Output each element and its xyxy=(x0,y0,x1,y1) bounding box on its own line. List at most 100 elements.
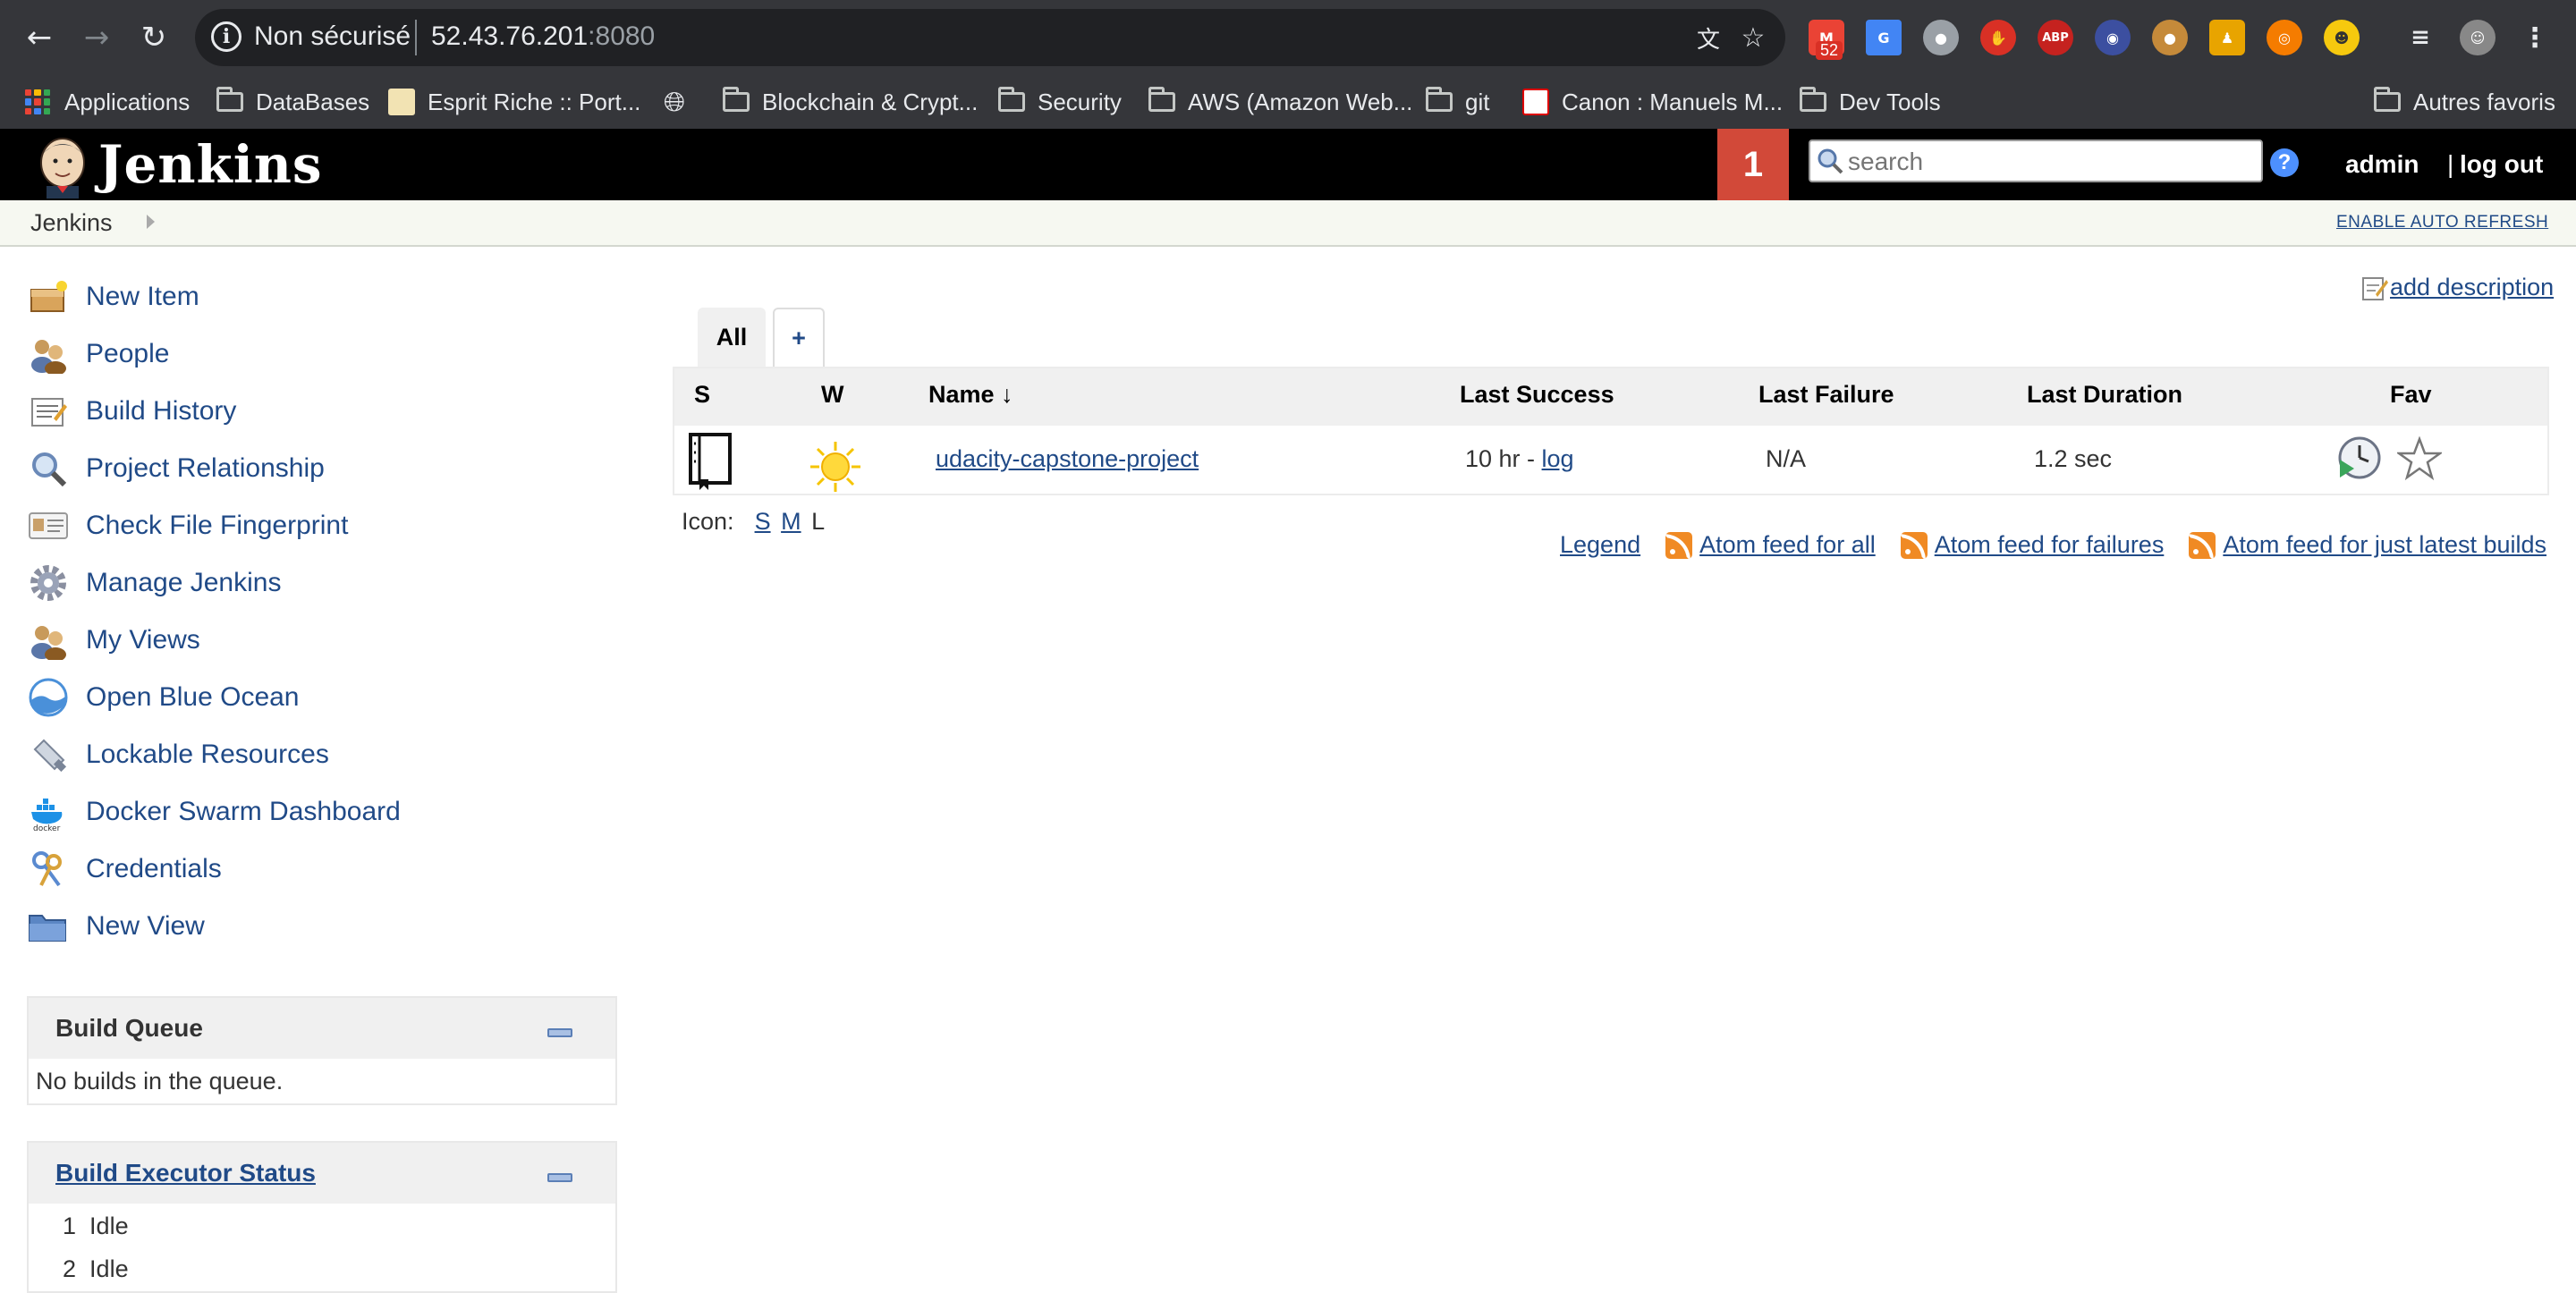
icon-size-medium[interactable]: M xyxy=(781,508,801,535)
atom-feed-latest-link[interactable]: Atom feed for just latest builds xyxy=(2223,531,2546,559)
people-icon xyxy=(27,619,70,662)
breadcrumb-jenkins[interactable]: Jenkins xyxy=(30,209,113,237)
forward-button[interactable]: → xyxy=(72,13,122,63)
reload-button[interactable]: ↻ xyxy=(129,13,179,63)
breadcrumb-arrow-icon[interactable] xyxy=(147,215,155,229)
column-header-last-duration[interactable]: Last Duration xyxy=(2027,381,2182,409)
task-lockable-resources[interactable]: Lockable Resources xyxy=(27,731,329,778)
task-build-history[interactable]: Build History xyxy=(27,388,236,435)
task-credentials[interactable]: Credentials xyxy=(27,846,222,892)
tab-all[interactable]: All xyxy=(698,308,766,367)
task-docker-swarm-dashboard[interactable]: docker Docker Swarm Dashboard xyxy=(27,789,401,835)
bookmark-autres-favoris[interactable]: Autres favoris xyxy=(2374,82,2555,122)
person-extension-icon[interactable]: ♟ xyxy=(2209,20,2245,55)
task-check-file-fingerprint[interactable]: Check File Fingerprint xyxy=(27,503,348,549)
hand-stop-extension-icon[interactable]: ✋ xyxy=(1980,20,2016,55)
build-executor-status-link[interactable]: Build Executor Status xyxy=(55,1159,316,1187)
ghost-extension-icon[interactable]: ☻ xyxy=(2324,20,2360,55)
build-executor-header: Build Executor Status xyxy=(29,1143,615,1204)
schedule-build-icon[interactable] xyxy=(2336,435,2383,481)
build-queue-pane: Build Queue No builds in the queue. xyxy=(27,996,617,1105)
bookmark-security[interactable]: Security xyxy=(998,82,1122,122)
profile-avatar[interactable]: ☺ xyxy=(2460,20,2496,55)
adblock-plus-extension-icon[interactable]: ABP xyxy=(2038,20,2073,55)
address-bar[interactable]: i Non sécurisé 52.43.76.201:8080 文 ☆ xyxy=(195,9,1785,66)
add-description-link[interactable]: add description xyxy=(2361,274,2554,301)
atom-feed-all-link[interactable]: Atom feed for all xyxy=(1699,531,1876,559)
column-header-last-success[interactable]: Last Success xyxy=(1460,381,1614,409)
atom-feed-failures-link[interactable]: Atom feed for failures xyxy=(1935,531,2165,559)
status-book-icon[interactable] xyxy=(687,433,735,492)
jenkins-title[interactable]: Jenkins xyxy=(98,134,323,195)
user-link[interactable]: admin xyxy=(2345,150,2419,179)
bookmark-applications[interactable]: Applications xyxy=(25,82,190,122)
task-new-item[interactable]: New Item xyxy=(27,274,199,320)
column-header-last-failure[interactable]: Last Failure xyxy=(1758,381,1894,409)
legend-link[interactable]: Legend xyxy=(1560,531,1640,559)
gmail-notification-count: 52 xyxy=(1816,41,1843,60)
cookie-extension-icon[interactable]: ● xyxy=(2152,20,2188,55)
table-header: S W Name ↓ Last Success Last Failure Las… xyxy=(674,368,2547,426)
task-people[interactable]: People xyxy=(27,331,169,377)
enable-auto-refresh-link[interactable]: ENABLE AUTO REFRESH xyxy=(2336,213,2548,232)
search-icon xyxy=(1818,148,1843,174)
translate-icon[interactable]: 文 xyxy=(1690,20,1726,55)
task-new-view[interactable]: New View xyxy=(27,903,205,950)
compass-extension-icon[interactable]: ◉ xyxy=(2095,20,2131,55)
jenkins-butler-logo-icon[interactable] xyxy=(30,132,95,199)
star-bookmark-icon[interactable]: ☆ xyxy=(1735,20,1771,55)
task-label: New View xyxy=(86,911,205,941)
task-label: Manage Jenkins xyxy=(86,568,282,597)
task-project-relationship[interactable]: Project Relationship xyxy=(27,445,325,492)
back-button[interactable]: ← xyxy=(14,13,64,63)
fingerprint-icon xyxy=(27,504,70,547)
target-extension-icon[interactable]: ◎ xyxy=(2267,20,2302,55)
svg-text:docker: docker xyxy=(33,824,61,832)
favorite-star-icon[interactable] xyxy=(2397,436,2442,481)
google-translate-extension-icon[interactable]: G xyxy=(1866,20,1902,55)
bookmark-canon[interactable]: Canon : Manuels M... xyxy=(1522,82,1783,122)
collapse-icon[interactable] xyxy=(547,1173,572,1182)
help-icon[interactable]: ? xyxy=(2270,148,2299,177)
build-log-link[interactable]: log xyxy=(1542,445,1574,472)
collapse-icon[interactable] xyxy=(547,1028,572,1037)
search-box[interactable] xyxy=(1809,139,2263,182)
project-link[interactable]: udacity-capstone-project xyxy=(936,445,1199,473)
icon-size-small[interactable]: S xyxy=(755,508,771,535)
search-input[interactable] xyxy=(1846,145,2258,179)
column-header-status[interactable]: S xyxy=(694,381,710,409)
rss-icon xyxy=(1665,531,1693,559)
rss-icon xyxy=(2189,531,2216,559)
folder-icon xyxy=(1426,87,1453,112)
info-icon[interactable]: i xyxy=(211,21,242,52)
task-manage-jenkins[interactable]: Manage Jenkins xyxy=(27,560,281,606)
circle-extension-icon[interactable]: ● xyxy=(1923,20,1959,55)
notification-badge[interactable]: 1 xyxy=(1717,129,1789,200)
task-label: People xyxy=(86,339,170,368)
bookmark-dev-tools[interactable]: Dev Tools xyxy=(1800,82,1941,122)
bookmark-databases[interactable]: DataBases xyxy=(216,82,369,122)
column-header-name[interactable]: Name ↓ xyxy=(928,381,1013,409)
browser-menu-icon[interactable]: ⋮ xyxy=(2517,20,2553,55)
blue-ocean-icon xyxy=(27,676,70,719)
feed-links: Legend Atom feed for all Atom feed for f… xyxy=(1560,531,2546,559)
folder-icon xyxy=(723,87,750,112)
url-text[interactable]: 52.43.76.201:8080 xyxy=(431,21,655,52)
column-header-fav[interactable]: Fav xyxy=(2390,381,2432,409)
bookmark-esprit-riche[interactable]: Esprit Riche :: Port... xyxy=(388,82,640,122)
bookmark-blockchain[interactable]: Blockchain & Crypt... xyxy=(723,82,978,122)
icon-size-selector: Icon: S M L xyxy=(682,508,825,536)
logout-link[interactable]: log out xyxy=(2460,150,2543,179)
docker-icon: docker xyxy=(27,790,70,833)
column-header-weather[interactable]: W xyxy=(821,381,843,409)
build-queue-title: Build Queue xyxy=(55,1014,203,1042)
media-list-icon[interactable]: ≡ xyxy=(2402,20,2438,55)
bookmark-aws[interactable]: AWS (Amazon Web... xyxy=(1148,82,1412,122)
gear-icon xyxy=(27,562,70,604)
bookmark-globe[interactable]: 🌐︎ xyxy=(664,82,685,122)
bookmark-git[interactable]: git xyxy=(1426,82,1489,122)
site-favicon xyxy=(388,89,415,115)
add-view-tab[interactable]: + xyxy=(773,308,825,367)
task-my-views[interactable]: My Views xyxy=(27,617,200,663)
task-open-blue-ocean[interactable]: Open Blue Ocean xyxy=(27,674,300,721)
